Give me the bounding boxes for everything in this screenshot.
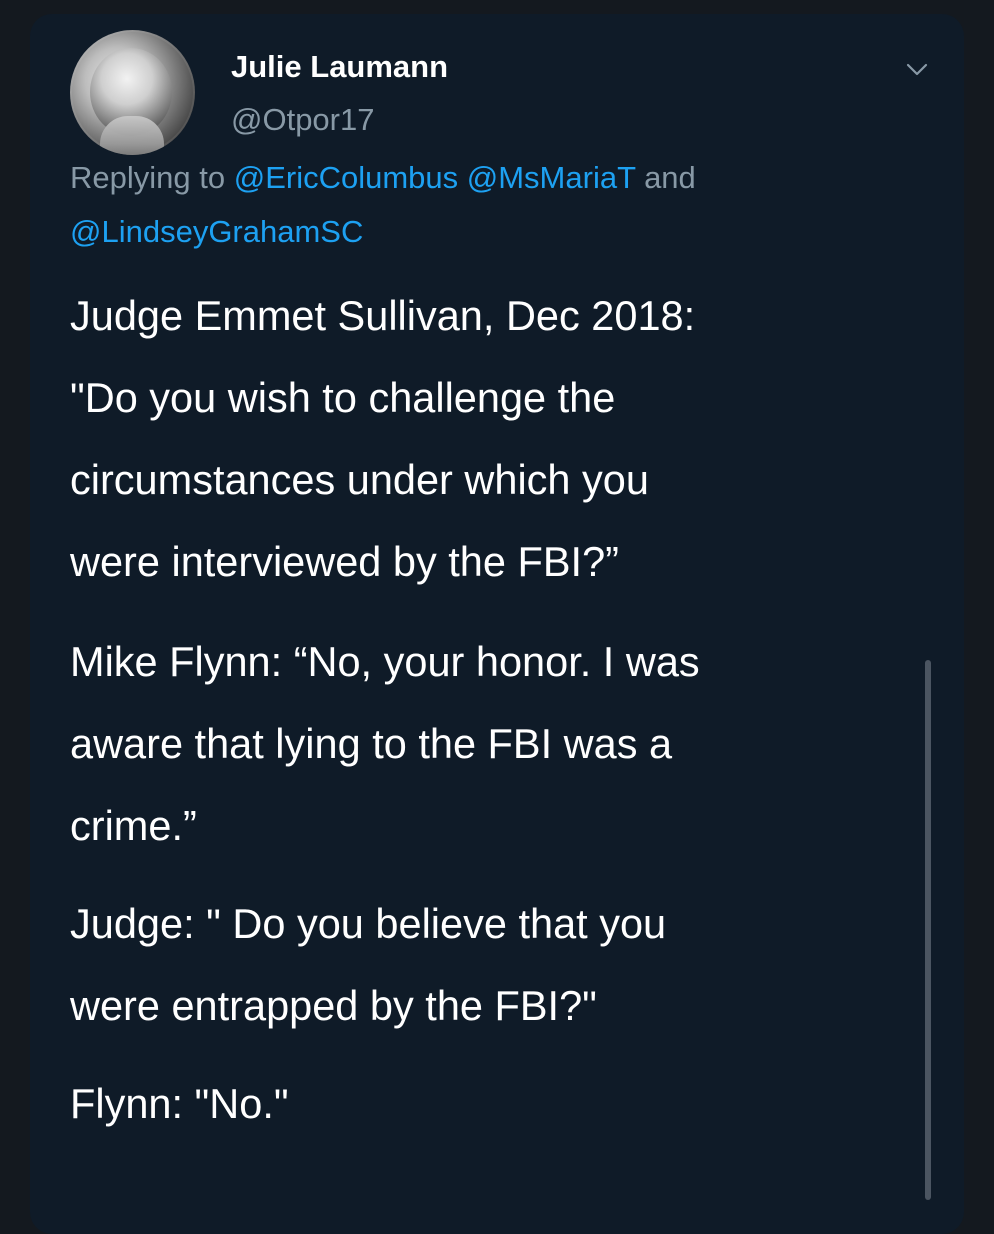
tweet-text-line: "Do you wish to challenge the [70, 374, 616, 421]
avatar[interactable] [70, 30, 195, 155]
screenshot-frame: Julie Laumann @Otpor17 Replying to @Eric… [0, 0, 994, 1234]
author-handle[interactable]: @Otpor17 [231, 102, 374, 138]
scrollbar[interactable] [925, 660, 931, 1200]
chevron-down-icon[interactable] [902, 54, 932, 84]
tweet-text-line: Judge Emmet Sullivan, Dec 2018: [70, 292, 696, 339]
replying-to-line: Replying to @EricColumbus @MsMariaT and [70, 160, 696, 196]
replying-to-line: @LindseyGrahamSC [70, 214, 363, 250]
replying-to-label: Replying to [70, 160, 234, 195]
replying-to-conjunction: and [635, 160, 696, 195]
tweet-text-line: circumstances under which you [70, 456, 649, 503]
tweet-text-line: were entrapped by the FBI?" [70, 982, 597, 1029]
tweet-text-line: Mike Flynn: “No, your honor. I was [70, 638, 700, 685]
author-name[interactable]: Julie Laumann [231, 49, 448, 85]
mention-link[interactable]: @LindseyGrahamSC [70, 214, 363, 249]
tweet-text-line: aware that lying to the FBI was a [70, 720, 673, 767]
tweet-text-line: Flynn: "No." [70, 1080, 289, 1127]
tweet-text-line: Judge: " Do you believe that you [70, 900, 667, 947]
mention-link[interactable]: @EricColumbus [234, 160, 458, 195]
tweet-text-line: were interviewed by the FBI?” [70, 538, 619, 585]
tweet-card: Julie Laumann @Otpor17 Replying to @Eric… [30, 14, 964, 1234]
tweet-text-line: crime.” [70, 802, 197, 849]
mention-link[interactable]: @MsMariaT [467, 160, 636, 195]
